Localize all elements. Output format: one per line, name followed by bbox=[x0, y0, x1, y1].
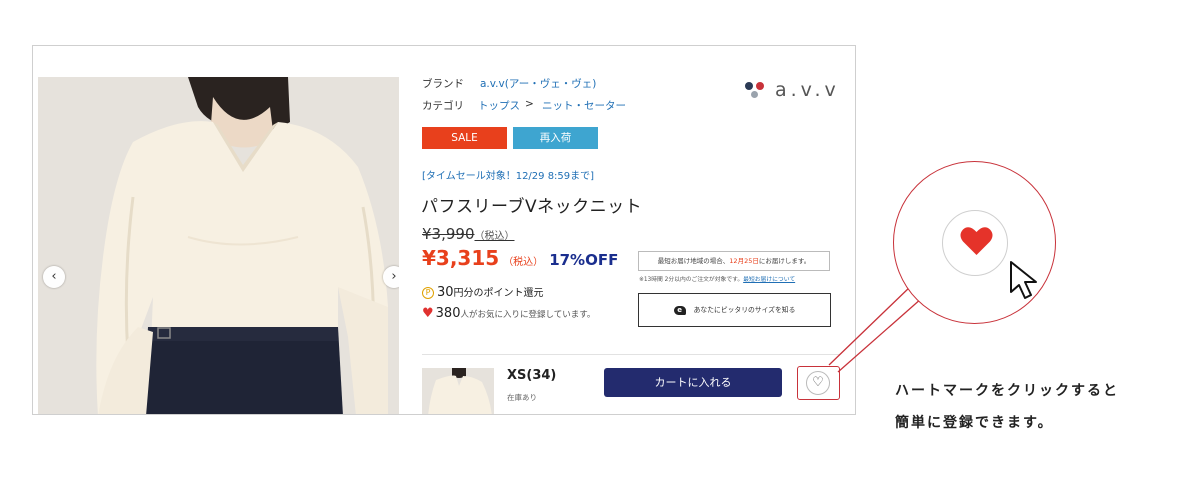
callout-caption-line-2: 簡単に登録できます。 bbox=[895, 415, 1054, 431]
callout-caption-line-1: ハートマークをクリックすると bbox=[895, 383, 1119, 399]
zoom-callout bbox=[893, 161, 1056, 324]
zoom-heart-circle bbox=[942, 210, 1008, 276]
cursor-arrow-icon bbox=[1010, 261, 1037, 299]
big-heart-icon bbox=[960, 227, 993, 255]
